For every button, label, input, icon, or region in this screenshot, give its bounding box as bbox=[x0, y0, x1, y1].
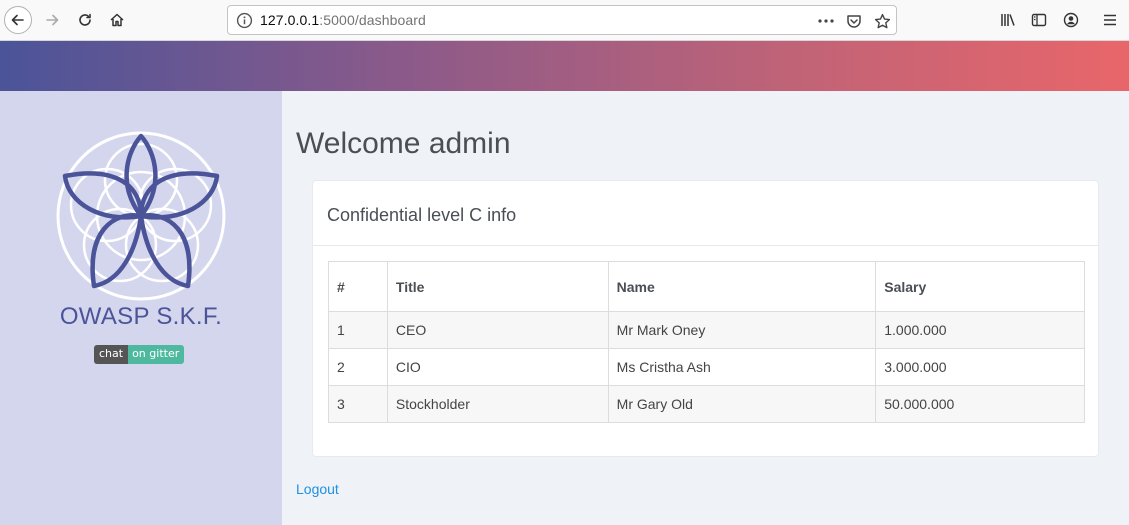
sidebar-toggle-button[interactable] bbox=[1029, 10, 1049, 30]
column-header-number: # bbox=[328, 261, 388, 312]
column-header-title: Title bbox=[386, 261, 609, 312]
salary-table: # Title Name Salary 1 CEO Mr Mark Oney 1… bbox=[328, 261, 1085, 423]
gitter-chat-badge[interactable]: chat on gitter bbox=[94, 345, 185, 364]
sidebar: OWASP S.K.F. chat on gitter bbox=[0, 91, 282, 525]
column-header-salary: Salary bbox=[875, 261, 1085, 312]
url-text: 127.0.0.1:5000/dashboard bbox=[260, 12, 426, 28]
table-cell: 50.000.000 bbox=[875, 385, 1085, 423]
table-cell: CEO bbox=[386, 311, 609, 349]
table-header-row: # Title Name Salary bbox=[328, 261, 1085, 312]
library-icon bbox=[1001, 14, 1015, 26]
home-button[interactable] bbox=[103, 6, 131, 34]
star-icon bbox=[874, 13, 890, 28]
url-bar[interactable]: 127.0.0.1:5000/dashboard bbox=[227, 5, 897, 35]
library-button[interactable] bbox=[998, 10, 1018, 30]
info-card: Confidential level C info # Title Name S… bbox=[312, 180, 1099, 457]
table-row: 1 CEO Mr Mark Oney 1.000.000 bbox=[328, 311, 1085, 349]
browser-toolbar: 127.0.0.1:5000/dashboard bbox=[0, 0, 1129, 41]
ellipsis-icon bbox=[818, 19, 834, 23]
arrow-left-icon bbox=[11, 14, 24, 26]
page-actions-button[interactable] bbox=[816, 11, 836, 31]
table-cell: 2 bbox=[328, 348, 388, 386]
menu-button[interactable] bbox=[1100, 10, 1120, 30]
owasp-skf-logo-icon bbox=[56, 131, 226, 301]
pocket-button[interactable] bbox=[844, 11, 864, 31]
account-button[interactable] bbox=[1061, 10, 1081, 30]
table-cell: 3.000.000 bbox=[875, 348, 1085, 386]
table-cell: 3 bbox=[328, 385, 388, 423]
reload-icon bbox=[79, 13, 91, 26]
hamburger-icon bbox=[1104, 14, 1116, 26]
card-title: Confidential level C info bbox=[327, 205, 517, 225]
top-banner bbox=[0, 41, 1129, 91]
table-cell: Stockholder bbox=[386, 385, 609, 423]
brand-name: OWASP S.K.F. bbox=[59, 303, 223, 330]
account-icon bbox=[1063, 12, 1079, 28]
page: OWASP S.K.F. chat on gitter Welcome admi… bbox=[0, 41, 1129, 525]
bookmark-button[interactable] bbox=[872, 11, 892, 31]
info-icon[interactable] bbox=[236, 12, 253, 29]
reload-button[interactable] bbox=[71, 6, 99, 34]
arrow-right-icon bbox=[46, 14, 59, 26]
table-row: 3 Stockholder Mr Gary Old 50.000.000 bbox=[328, 385, 1085, 423]
url-host: 127.0.0.1 bbox=[260, 12, 320, 28]
sidebar-icon bbox=[1031, 13, 1047, 27]
card-header: Confidential level C info bbox=[313, 181, 1098, 246]
url-path: :5000/dashboard bbox=[319, 12, 426, 28]
table-cell: Ms Cristha Ash bbox=[607, 348, 877, 386]
page-title: Welcome admin bbox=[296, 127, 511, 160]
forward-button[interactable] bbox=[38, 6, 66, 34]
table-cell: CIO bbox=[386, 348, 609, 386]
badge-value: on gitter bbox=[128, 345, 185, 364]
table-cell: Mr Mark Oney bbox=[607, 311, 877, 349]
back-button[interactable] bbox=[4, 6, 32, 34]
main-content: Welcome admin Confidential level C info … bbox=[282, 91, 1129, 525]
logout-link[interactable]: Logout bbox=[296, 481, 339, 497]
table-cell: 1.000.000 bbox=[875, 311, 1085, 349]
table-row: 2 CIO Ms Cristha Ash 3.000.000 bbox=[328, 348, 1085, 386]
table-cell: Mr Gary Old bbox=[607, 385, 877, 423]
table-cell: 1 bbox=[328, 311, 388, 349]
pocket-icon bbox=[847, 15, 861, 28]
badge-label: chat bbox=[94, 345, 129, 364]
home-icon bbox=[110, 13, 124, 27]
column-header-name: Name bbox=[607, 261, 877, 312]
